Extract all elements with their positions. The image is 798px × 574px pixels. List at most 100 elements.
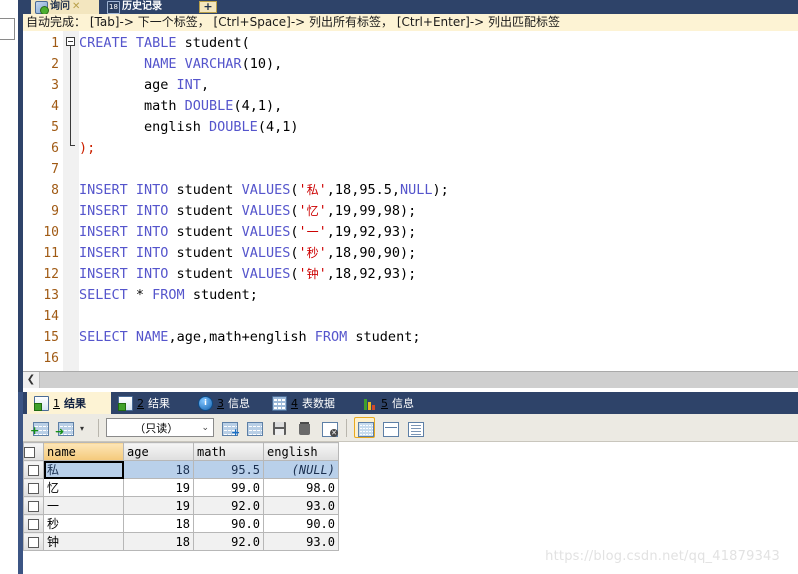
grid-mode-select[interactable]: （只读） ⌄ xyxy=(106,418,214,437)
row-select-cell[interactable] xyxy=(23,478,44,497)
fold-range-line xyxy=(70,46,71,145)
cell-math[interactable]: 95.5 xyxy=(193,460,264,479)
cell-english[interactable]: 98.0 xyxy=(263,478,339,497)
close-icon[interactable]: ✕ xyxy=(72,2,80,12)
duplicate-row-button[interactable] xyxy=(243,417,264,438)
line-number: 8 xyxy=(51,183,59,198)
form-view-icon xyxy=(383,422,399,437)
checkbox-icon[interactable] xyxy=(28,482,39,494)
checkbox-icon[interactable] xyxy=(28,500,39,512)
row-select-cell[interactable] xyxy=(23,460,44,479)
cell-age[interactable]: 19 xyxy=(123,496,194,515)
form-view-button[interactable] xyxy=(379,417,400,438)
table-row[interactable]: 钟 18 92.0 93.0 xyxy=(23,532,339,551)
table-row[interactable]: 秒 18 90.0 90.0 xyxy=(23,514,339,533)
editor-horizontal-scrollbar[interactable]: ❮ xyxy=(23,371,798,388)
text-view-button[interactable] xyxy=(404,417,425,438)
tab-info-3[interactable]: i 3 信息 xyxy=(191,392,265,414)
line-number: 1 xyxy=(51,36,59,51)
tab-history[interactable]: 18 历史记录 xyxy=(103,0,191,14)
save-button[interactable] xyxy=(268,417,289,438)
cell-name[interactable]: 钟 xyxy=(43,532,124,551)
line-number: 2 xyxy=(51,57,59,72)
grid-view-button[interactable] xyxy=(354,417,375,438)
checkbox-icon[interactable] xyxy=(28,518,39,530)
cell-age[interactable]: 18 xyxy=(123,514,194,533)
cell-english[interactable]: 93.0 xyxy=(263,496,339,515)
table-row[interactable]: 一 19 92.0 93.0 xyxy=(23,496,339,515)
cell-name[interactable]: 忆 xyxy=(43,478,124,497)
grid-dropdown-button[interactable]: ▾ xyxy=(79,417,91,438)
code-line-10: INSERT INTO student VALUES('一',19,92,93)… xyxy=(79,224,417,240)
code-line-15: SELECT NAME,age,math+english FROM studen… xyxy=(79,329,421,345)
cell-english[interactable]: 93.0 xyxy=(263,532,339,551)
table-header-row: name age math english xyxy=(23,442,339,461)
export-grid-button[interactable]: ➜ xyxy=(54,417,75,438)
chevron-down-icon: ▾ xyxy=(80,424,85,433)
cell-math[interactable]: 99.0 xyxy=(193,478,264,497)
tab-result-2-label: 结果 xyxy=(148,397,170,410)
cell-age[interactable]: 18 xyxy=(123,532,194,551)
info-icon: i xyxy=(198,395,213,411)
sql-editor[interactable]: 1 2 3 4 5 6 7 8 9 10 11 12 13 14 15 16 C… xyxy=(23,31,798,371)
trash-icon xyxy=(299,422,310,435)
cell-math[interactable]: 90.0 xyxy=(193,514,264,533)
line-number: 16 xyxy=(43,351,59,366)
line-number: 12 xyxy=(43,267,59,282)
code-line-13: SELECT * FROM student; xyxy=(79,287,258,303)
cell-math[interactable]: 92.0 xyxy=(193,496,264,515)
fold-margin[interactable] xyxy=(63,31,79,371)
delete-row-button[interactable] xyxy=(293,417,314,438)
left-margin xyxy=(0,0,18,574)
add-record-button[interactable]: + xyxy=(29,417,50,438)
code-text-area[interactable]: CREATE TABLE student( NAME VARCHAR(10), … xyxy=(79,31,798,371)
column-header-name[interactable]: name xyxy=(43,442,124,461)
tab-table-data-4-num: 4 xyxy=(291,396,298,410)
tab-result-2[interactable]: 2 结果 xyxy=(111,392,191,414)
tab-info-5-num: 5 xyxy=(381,396,388,410)
tab-result-2-num: 2 xyxy=(137,396,144,410)
cell-name[interactable]: 秒 xyxy=(43,514,124,533)
result-table: name age math english 私 18 95.5 (NULL) 忆 xyxy=(23,442,339,551)
editor-tab-strip: 询问 ✕ 18 历史记录 + xyxy=(23,0,798,15)
toolbar-separator xyxy=(98,418,99,437)
grid-mode-value: （只读） xyxy=(134,421,179,435)
row-select-cell[interactable] xyxy=(23,496,44,515)
row-select-cell[interactable] xyxy=(23,514,44,533)
tab-query-label: 询问 xyxy=(50,1,70,12)
column-header-english[interactable]: english xyxy=(263,442,339,461)
column-header-age[interactable]: age xyxy=(123,442,194,461)
cancel-badge-icon: ✕ xyxy=(330,429,338,437)
cell-age[interactable]: 19 xyxy=(123,478,194,497)
select-all-header[interactable] xyxy=(23,442,44,461)
cell-age[interactable]: 18 xyxy=(123,460,194,479)
scroll-left-icon[interactable]: ❮ xyxy=(23,372,40,388)
cell-name[interactable]: 一 xyxy=(43,496,124,515)
tab-table-data-4[interactable]: 4 表数据 xyxy=(265,392,357,414)
checkbox-icon[interactable] xyxy=(24,446,35,458)
insert-row-button[interactable]: + xyxy=(218,417,240,438)
checkbox-icon[interactable] xyxy=(28,536,39,548)
new-tab-button[interactable]: + xyxy=(199,1,217,13)
discard-changes-button[interactable]: ✕ xyxy=(318,417,339,438)
text-view-icon xyxy=(408,422,424,437)
chart-info-icon xyxy=(364,397,377,410)
line-number: 9 xyxy=(51,204,59,219)
toolbar-separator xyxy=(346,418,347,437)
tab-query[interactable]: 询问 ✕ xyxy=(31,0,99,15)
cell-name[interactable]: 私 xyxy=(43,460,124,479)
cell-english[interactable]: (NULL) xyxy=(263,460,339,479)
table-data-icon xyxy=(272,395,287,411)
column-header-math[interactable]: math xyxy=(193,442,264,461)
tab-history-label: 历史记录 xyxy=(122,1,162,12)
tab-info-5[interactable]: 5 信息 xyxy=(357,392,435,414)
table-row[interactable]: 忆 19 99.0 98.0 xyxy=(23,478,339,497)
fold-collapse-icon[interactable] xyxy=(66,37,75,46)
checkbox-icon[interactable] xyxy=(28,464,39,476)
table-row[interactable]: 私 18 95.5 (NULL) xyxy=(23,460,339,479)
cell-math[interactable]: 92.0 xyxy=(193,532,264,551)
tab-result-1[interactable]: 1 结果 xyxy=(27,392,111,414)
cell-english[interactable]: 90.0 xyxy=(263,514,339,533)
code-line-11: INSERT INTO student VALUES('秒',18,90,90)… xyxy=(79,245,417,261)
row-select-cell[interactable] xyxy=(23,532,44,551)
